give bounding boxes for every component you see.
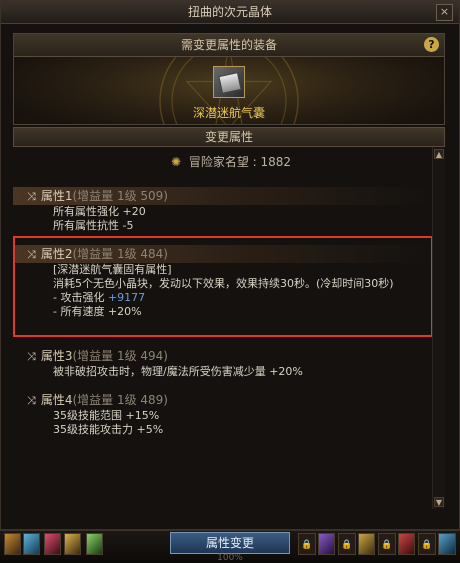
- attribute-meta: (增益量 1级 489): [72, 393, 168, 407]
- attribute-item-1[interactable]: ⤨ 属性1(增益量 1级 509) 所有属性强化 +20 所有属性抗性 -5: [13, 187, 431, 233]
- attribute-name: 属性3: [40, 349, 73, 363]
- attribute-header-1[interactable]: ⤨ 属性1(增益量 1级 509): [13, 187, 431, 205]
- attribute-header-3[interactable]: ⤨ 属性3(增益量 1级 494): [13, 347, 431, 365]
- attribute-change-window: 扭曲的次元晶体 × 需变更属性的装备 ? 深潜迷航气囊 变更属性 ✺ 冒险家名望…: [0, 0, 460, 530]
- quickslot-8[interactable]: [398, 533, 415, 555]
- attribute-line: [深潜迷航气囊固有属性]: [53, 263, 172, 276]
- scrollbar[interactable]: ▲ ▼: [432, 147, 445, 509]
- quickslot-5[interactable]: [86, 533, 103, 555]
- attribute-header-2[interactable]: ⤨ 属性2(增益量 1级 484): [13, 245, 431, 263]
- window-title: 扭曲的次元晶体: [187, 5, 272, 19]
- attribute-name: 属性1: [40, 189, 73, 203]
- equipment-header-label: 需变更属性的装备: [180, 38, 277, 52]
- attribute-name: 属性2: [40, 247, 73, 261]
- change-attribute-button[interactable]: 属性变更: [170, 532, 290, 554]
- scroll-up-icon[interactable]: ▲: [434, 149, 444, 159]
- attribute-line: - 所有速度 +20%: [53, 305, 142, 318]
- attribute-item-2[interactable]: ⤨ 属性2(增益量 1级 484) [深潜迷航气囊固有属性] 消耗5个无色小晶块，…: [13, 245, 431, 319]
- attribute-meta: (增益量 1级 509): [72, 189, 168, 203]
- shuffle-icon: ⤨: [27, 350, 36, 363]
- quickslot-6[interactable]: [318, 533, 335, 555]
- lock-icon[interactable]: 🔒: [298, 533, 316, 555]
- item-slot[interactable]: [213, 66, 245, 98]
- attribute-line: 35级技能范围 +15%: [53, 409, 160, 422]
- shuffle-icon: ⤨: [27, 248, 36, 261]
- attribute-line: 被非破招攻击时，物理/魔法所受伤害减少量 +20%: [53, 365, 303, 378]
- attribute-meta: (增益量 1级 494): [72, 349, 168, 363]
- quickslot-1[interactable]: [4, 533, 21, 555]
- attack-boost-label: - 攻击强化: [53, 291, 108, 304]
- bottom-bar: 属性变更 100% 🔒 🔒 🔒 🔒: [0, 530, 460, 563]
- attribute-item-4[interactable]: ⤨ 属性4(增益量 1级 489) 35级技能范围 +15% 35级技能攻击力 +…: [13, 391, 431, 437]
- quickslot-2[interactable]: [23, 533, 40, 555]
- lock-icon[interactable]: 🔒: [418, 533, 436, 555]
- quickslot-4[interactable]: [64, 533, 81, 555]
- attribute-header-4[interactable]: ⤨ 属性4(增益量 1级 489): [13, 391, 431, 409]
- attack-boost-value: +9177: [107, 291, 146, 304]
- attribute-line: - 攻击强化 +9177: [13, 291, 431, 305]
- item-name: 深潜迷航气囊: [192, 106, 265, 120]
- window-titlebar: 扭曲的次元晶体 ×: [1, 1, 459, 24]
- shuffle-icon: ⤨: [27, 190, 36, 203]
- equipment-panel: 需变更属性的装备 ? 深潜迷航气囊: [13, 33, 445, 125]
- attribute-line: 35级技能攻击力 +5%: [53, 423, 164, 436]
- attribute-line: 消耗5个无色小晶块，发动以下效果，效果持续30秒。(冷却时间30秒): [53, 277, 394, 290]
- attribute-meta: (增益量 1级 484): [72, 247, 168, 261]
- lock-icon[interactable]: 🔒: [378, 533, 396, 555]
- attribute-name: 属性4: [40, 393, 73, 407]
- equipment-header: 需变更属性的装备 ?: [14, 34, 444, 57]
- attribute-item-3[interactable]: ⤨ 属性3(增益量 1级 494) 被非破招攻击时，物理/魔法所受伤害减少量 +2…: [13, 347, 431, 379]
- shuffle-icon: ⤨: [27, 394, 36, 407]
- quickslot-7[interactable]: [358, 533, 375, 555]
- attribute-line: 所有属性强化 +20: [53, 205, 146, 218]
- quickslot-3[interactable]: [44, 533, 61, 555]
- lock-icon[interactable]: 🔒: [338, 533, 356, 555]
- change-attribute-header: 变更属性: [13, 127, 445, 147]
- help-icon[interactable]: ?: [424, 37, 439, 52]
- quickslot-9[interactable]: [438, 533, 456, 555]
- close-button[interactable]: ×: [436, 4, 453, 21]
- scroll-down-icon[interactable]: ▼: [434, 497, 444, 507]
- attribute-line: 所有属性抗性 -5: [53, 219, 134, 232]
- air-bag-item-icon: [218, 72, 242, 94]
- attribute-list: ⤨ 属性1(增益量 1级 509) 所有属性强化 +20 所有属性抗性 -5 ⤨ 属…: [13, 167, 433, 512]
